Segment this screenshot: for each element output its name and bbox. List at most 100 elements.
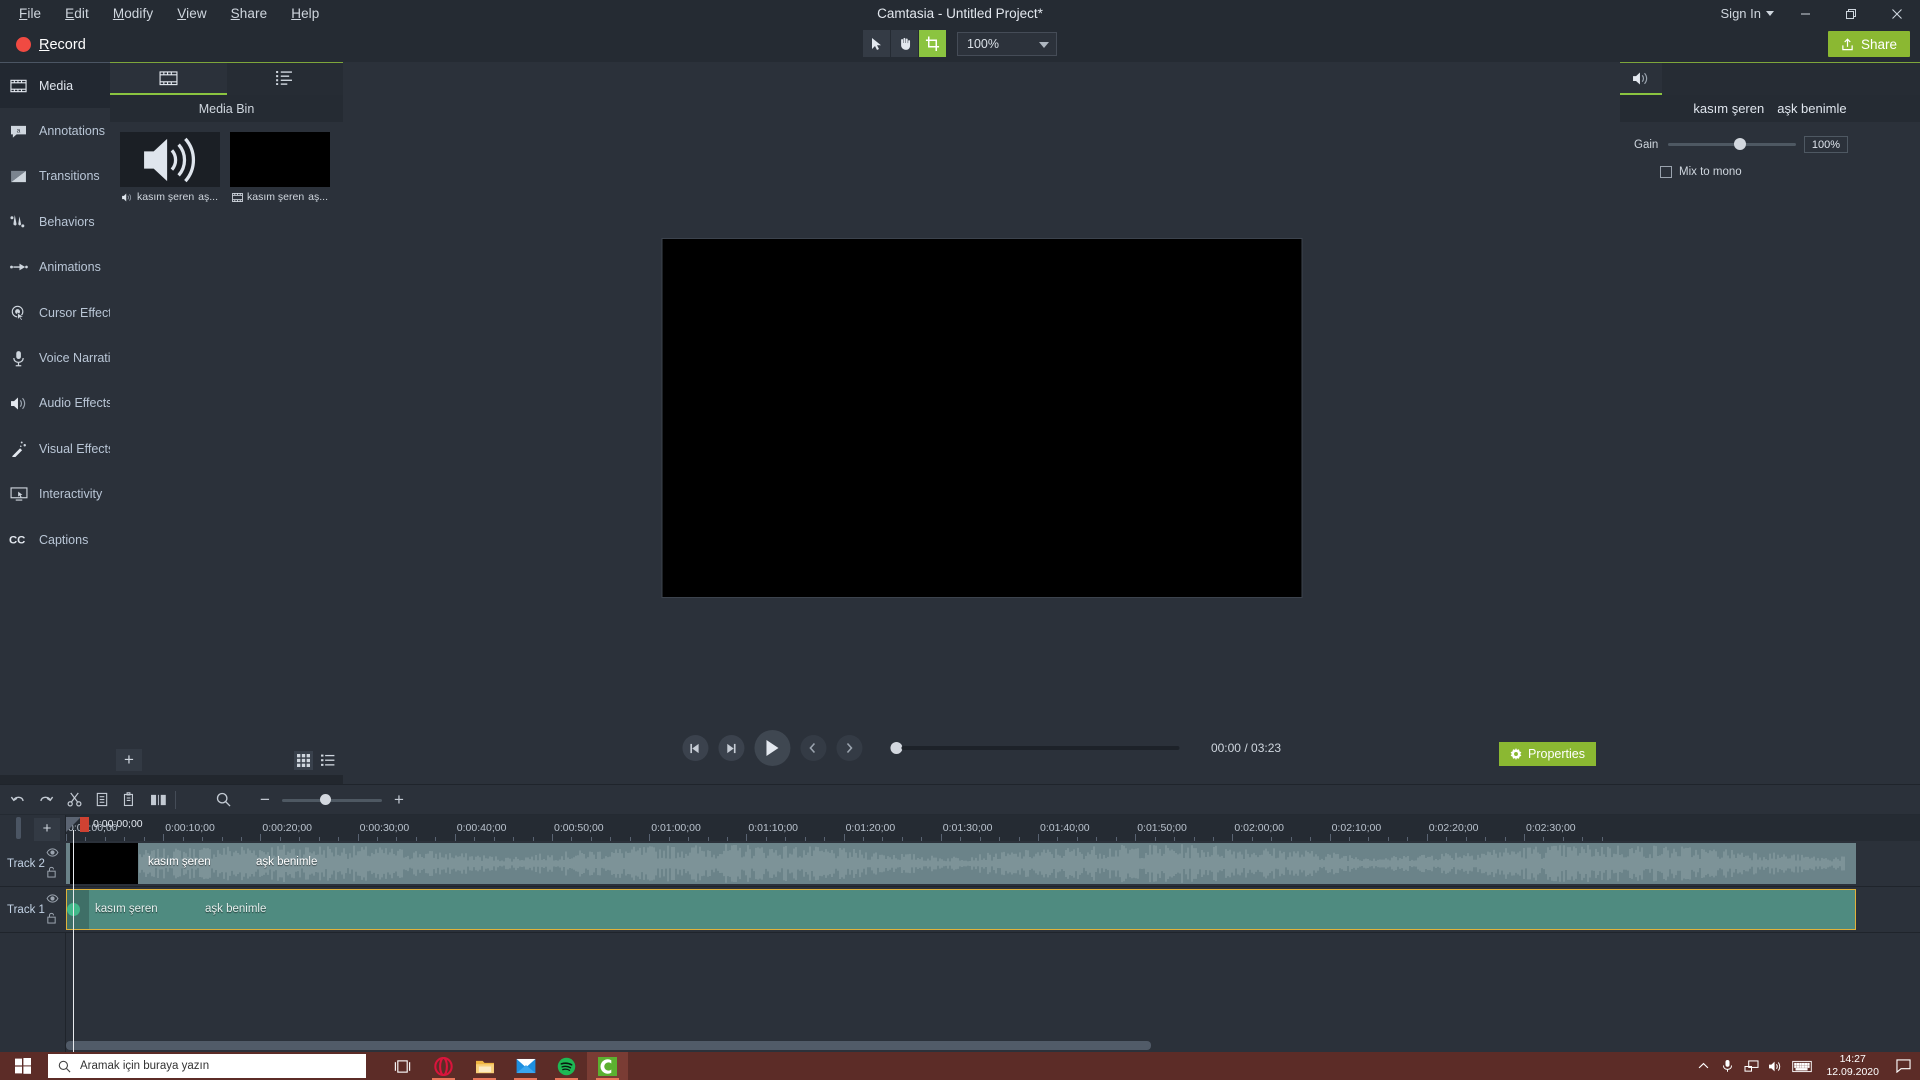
play-button[interactable] — [753, 730, 790, 766]
sidebar-item-animations[interactable]: Animations — [0, 245, 110, 290]
scrubber-track[interactable] — [900, 746, 1179, 750]
sidebar-item-cursor-effects[interactable]: Cursor Effects — [0, 290, 118, 335]
tab-media-bin[interactable] — [110, 63, 227, 95]
media-bin-panel: Media Bin kasım şeren aş... kasım şeren … — [110, 62, 343, 775]
timeline-horizontal-scrollbar[interactable] — [66, 1041, 1920, 1050]
microphone-icon[interactable] — [1715, 1052, 1739, 1080]
canvas-zoom-select[interactable]: 100% — [957, 31, 1057, 56]
properties-button[interactable]: Properties — [1499, 742, 1596, 766]
chevron-down-icon — [1766, 11, 1774, 16]
minimize-button[interactable] — [1782, 0, 1828, 27]
track-lock-icon[interactable] — [46, 911, 59, 929]
sidebar-label-cursor-animations: Animations — [39, 260, 101, 275]
taskbar-search-box[interactable]: Aramak için buraya yazın — [48, 1054, 366, 1078]
action-center-icon[interactable] — [1888, 1052, 1918, 1080]
ruler-tick — [1426, 834, 1428, 841]
keyboard-icon[interactable] — [1787, 1052, 1817, 1080]
grid-view-button[interactable] — [294, 750, 313, 770]
sidebar-item-audio-effects[interactable]: Audio Effects — [0, 381, 112, 426]
start-button[interactable] — [0, 1052, 46, 1080]
track-lock-icon[interactable] — [46, 865, 59, 883]
redo-button[interactable] — [32, 787, 60, 813]
media-item-video[interactable]: kasım şeren aş... — [230, 132, 330, 203]
task-view-icon[interactable] — [382, 1052, 423, 1080]
record-button[interactable]: Record — [8, 31, 94, 58]
list-view-button[interactable] — [318, 751, 337, 770]
preview-canvas[interactable] — [661, 238, 1302, 598]
previous-frame-button[interactable] — [681, 735, 708, 761]
current-time: 00:00 — [1210, 741, 1241, 755]
timeline-zoom-tool[interactable] — [209, 787, 237, 813]
timeline-ruler[interactable]: 0:00:00;00 0:00:10;00 0:00:20;00 0:00:30;00… — [66, 815, 1920, 841]
timeline-clip-audio[interactable]: kasım şeren aşk benimle — [66, 889, 1856, 930]
sidebar-item-captions[interactable]: CC Captions — [0, 517, 110, 562]
track-lane-2[interactable]: kasım şeren aşk benimle — [66, 841, 1920, 887]
gain-slider-handle[interactable] — [1734, 137, 1746, 150]
mail-icon[interactable] — [505, 1052, 546, 1080]
media-item-audio[interactable]: kasım şeren aş... — [120, 132, 220, 203]
undo-button[interactable] — [4, 787, 32, 813]
timeline-zoom-in-button[interactable]: + — [391, 790, 407, 810]
sidebar-item-transitions[interactable]: Transitions — [0, 154, 110, 199]
track-visibility-icon[interactable] — [46, 890, 59, 908]
next-frame-button[interactable] — [717, 735, 744, 761]
menu-modify[interactable]: Modify — [101, 2, 165, 25]
file-explorer-icon[interactable] — [464, 1052, 505, 1080]
sidebar-item-voice-narration[interactable]: Voice Narration — [0, 335, 124, 380]
sidebar-item-annotations[interactable]: a Annotations — [0, 108, 110, 153]
timeline-scrollbar-thumb[interactable] — [66, 1041, 1151, 1050]
timeline-zoom-handle[interactable] — [320, 793, 331, 805]
show-hidden-icons-chevron[interactable] — [1691, 1052, 1715, 1080]
add-track-button[interactable]: + — [34, 818, 60, 838]
crop-tool-button[interactable] — [919, 30, 946, 57]
track-header-1[interactable]: Track 1 — [0, 887, 66, 933]
add-media-button[interactable]: + — [116, 749, 142, 771]
mix-to-mono-checkbox[interactable] — [1660, 166, 1672, 178]
split-button[interactable] — [144, 787, 172, 813]
taskbar-clock[interactable]: 14:27 12.09.2020 — [1817, 1053, 1888, 1079]
playhead-handle[interactable] — [80, 816, 89, 832]
timeline-clip-video[interactable]: kasım şeren aşk benimle — [66, 843, 1856, 884]
playback-bar: 00:00 / 03:23 Properties — [343, 712, 1620, 784]
track-lane-1[interactable]: kasım şeren aşk benimle — [66, 887, 1920, 933]
sidebar-item-media[interactable]: Media — [0, 63, 110, 109]
restore-button[interactable] — [1828, 0, 1874, 27]
ruler-tick — [1524, 834, 1525, 841]
track-header-2[interactable]: Track 2 — [0, 841, 66, 887]
track-visibility-icon[interactable] — [46, 844, 59, 862]
previous-marker-button[interactable] — [799, 735, 826, 761]
hand-tool-button[interactable] — [891, 30, 918, 57]
spotify-icon[interactable] — [546, 1052, 587, 1080]
network-icon[interactable] — [1739, 1052, 1763, 1080]
menu-share[interactable]: Share — [219, 2, 280, 25]
share-button[interactable]: Share — [1827, 31, 1910, 57]
timeline-zoom-slider[interactable] — [282, 793, 382, 806]
media-item-caption: kasım şeren aş... — [230, 187, 330, 203]
sidebar-item-visual-effects[interactable]: Visual Effects — [0, 426, 114, 471]
sidebar-item-behaviors[interactable]: Behaviors — [0, 199, 110, 244]
audio-properties-tab[interactable] — [1620, 63, 1662, 95]
gain-slider[interactable] — [1668, 137, 1796, 152]
timeline-zoom-out-button[interactable]: − — [257, 790, 273, 810]
sidebar-item-interactivity[interactable]: Interactivity — [0, 472, 110, 517]
menu-edit[interactable]: Edit — [53, 2, 101, 25]
paste-button[interactable] — [116, 787, 144, 813]
camtasia-icon[interactable] — [587, 1052, 628, 1080]
tab-library[interactable] — [226, 63, 343, 95]
sign-in-button[interactable]: Sign In — [1713, 6, 1782, 21]
copy-button[interactable] — [88, 787, 116, 813]
gain-value-field[interactable]: 100% — [1804, 136, 1848, 153]
menu-view[interactable]: View — [165, 2, 218, 25]
cut-button[interactable] — [60, 787, 88, 813]
playhead[interactable]: 0:00:00;00 — [66, 815, 143, 1052]
menu-file[interactable]: File — [7, 2, 53, 25]
select-tool-button[interactable] — [863, 30, 890, 57]
close-button[interactable] — [1874, 0, 1920, 27]
volume-icon[interactable] — [1763, 1052, 1787, 1080]
marker-handle-icon[interactable] — [14, 817, 23, 844]
opera-icon[interactable] — [423, 1052, 464, 1080]
menu-help[interactable]: Help — [279, 2, 331, 25]
magic-wand-icon — [9, 439, 28, 458]
next-marker-button[interactable] — [835, 735, 862, 761]
playback-scrubber[interactable] — [889, 742, 1179, 754]
